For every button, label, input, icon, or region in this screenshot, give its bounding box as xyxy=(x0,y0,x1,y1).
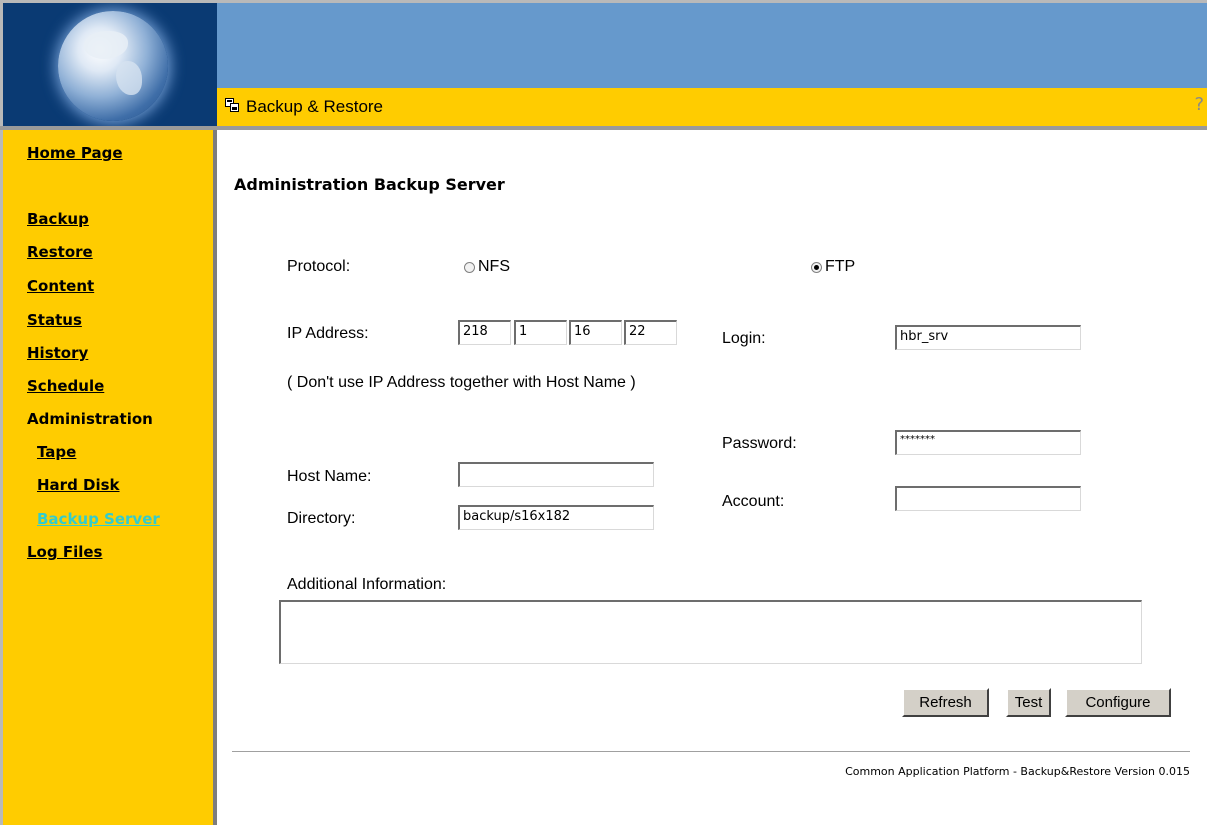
account-input[interactable] xyxy=(895,486,1081,511)
nav-restore[interactable]: Restore xyxy=(27,243,93,261)
nav-home-page[interactable]: Home Page xyxy=(27,144,123,162)
additional-info-label: Additional Information: xyxy=(287,576,447,593)
directory-label: Directory: xyxy=(287,510,356,527)
nfs-label: NFS xyxy=(478,258,510,275)
protocol-label: Protocol: xyxy=(287,258,351,275)
ip-octet-4-input[interactable]: 22 xyxy=(624,320,677,345)
account-label: Account: xyxy=(722,493,785,510)
ip-octet-2-input[interactable]: 1 xyxy=(514,320,567,345)
globe-logo xyxy=(58,11,168,121)
directory-input[interactable]: backup/s16x182 xyxy=(458,505,654,530)
nav-log-files[interactable]: Log Files xyxy=(27,543,102,561)
nav-backup-server[interactable]: Backup Server xyxy=(37,510,160,528)
nav-history[interactable]: History xyxy=(27,344,88,362)
login-label: Login: xyxy=(722,330,766,347)
additional-info-textarea[interactable] xyxy=(279,600,1142,664)
nav-status[interactable]: Status xyxy=(27,311,82,329)
ip-address-label: IP Address: xyxy=(287,325,369,342)
sidebar-nav: Home Page Backup Restore Content Status … xyxy=(0,130,217,825)
nav-tape[interactable]: Tape xyxy=(37,443,76,461)
nav-administration-heading: Administration xyxy=(27,410,153,428)
password-input[interactable]: ******* xyxy=(895,430,1081,455)
login-input[interactable]: hbr_srv xyxy=(895,325,1081,350)
test-button[interactable]: Test xyxy=(1006,688,1051,717)
host-name-label: Host Name: xyxy=(287,468,372,485)
nfs-radio[interactable] xyxy=(464,262,475,273)
help-icon[interactable]: ? xyxy=(1194,94,1204,115)
header-banner xyxy=(217,0,1207,88)
backup-restore-icon xyxy=(225,98,239,112)
footer-divider xyxy=(232,751,1190,752)
ftp-radio[interactable] xyxy=(811,262,822,273)
nav-content[interactable]: Content xyxy=(27,277,94,295)
footer-version-text: Common Application Platform - Backup&Res… xyxy=(845,765,1190,778)
password-label: Password: xyxy=(722,435,797,452)
nav-hard-disk[interactable]: Hard Disk xyxy=(37,476,120,494)
configure-button[interactable]: Configure xyxy=(1065,688,1171,717)
refresh-button[interactable]: Refresh xyxy=(902,688,989,717)
logo-panel xyxy=(0,0,217,126)
host-name-input[interactable] xyxy=(458,462,654,487)
ip-octet-3-input[interactable]: 16 xyxy=(569,320,622,345)
ip-octet-1-input[interactable]: 218 xyxy=(458,320,511,345)
page-title: Administration Backup Server xyxy=(234,175,505,194)
nav-backup[interactable]: Backup xyxy=(27,210,89,228)
page-header-title: Backup & Restore xyxy=(246,97,384,116)
main-content: Administration Backup Server Protocol: N… xyxy=(217,130,1207,825)
ftp-label: FTP xyxy=(825,258,856,275)
nav-schedule[interactable]: Schedule xyxy=(27,377,104,395)
title-bar: Backup & Restore ? xyxy=(217,88,1207,126)
ip-note: ( Don't use IP Address together with Hos… xyxy=(287,374,636,391)
